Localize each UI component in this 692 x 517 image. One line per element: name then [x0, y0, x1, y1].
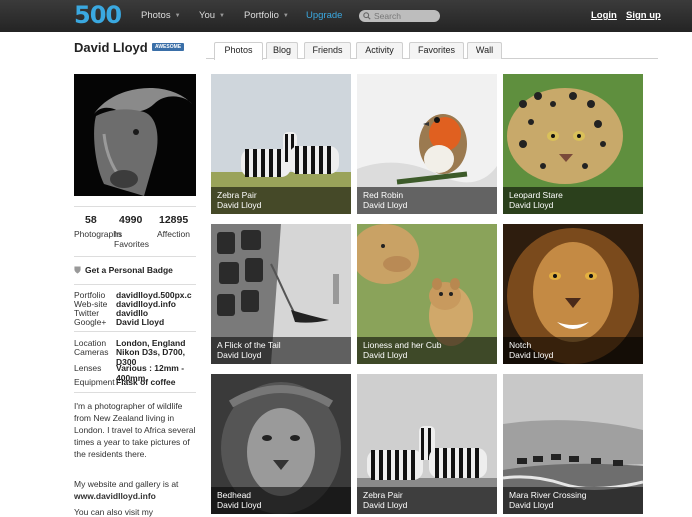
photo-tile[interactable]: Notch David Lloyd — [503, 224, 643, 364]
info-key: Google+ — [74, 317, 107, 327]
photo-tile[interactable]: A Flick of the Tail David Lloyd — [211, 224, 351, 364]
photo-caption: Notch David Lloyd — [503, 337, 643, 364]
bio-website-paragraph: My website and gallery is at www.davidllo… — [74, 478, 198, 502]
photo-caption: Lioness and her Cub David Lloyd — [357, 337, 497, 364]
nav-portfolio[interactable]: Portfolio ▼ — [244, 10, 289, 21]
nav-photos-label: Photos — [141, 10, 171, 21]
photo-tile[interactable]: Bedhead David Lloyd — [211, 374, 351, 514]
nav-portfolio-label: Portfolio — [244, 10, 279, 21]
site-logo[interactable]: 500 — [74, 1, 122, 29]
tab-blog[interactable]: Blog — [266, 42, 298, 59]
badge-shield-icon — [74, 266, 81, 274]
photo-tile[interactable]: Mara River Crossing David Lloyd — [503, 374, 643, 514]
googleplus-link[interactable]: David Lloyd — [116, 317, 196, 328]
nav-you-label: You — [199, 10, 216, 21]
photo-caption: Zebra Pair David Lloyd — [357, 487, 497, 514]
photo-caption: A Flick of the Tail David Lloyd — [211, 337, 351, 364]
nav-photos[interactable]: Photos ▼ — [141, 10, 181, 21]
profile-tabs: Photos Blog Friends Activity Favorites W… — [206, 42, 658, 60]
photo-tile[interactable]: Lioness and her Cub David Lloyd — [357, 224, 497, 364]
search-icon — [363, 12, 371, 20]
tab-favorites[interactable]: Favorites — [409, 42, 464, 59]
photo-author: David Lloyd — [509, 499, 554, 510]
bio-text: My website and gallery is at — [74, 479, 179, 489]
stat-affection[interactable]: 12895 — [159, 214, 188, 226]
nav-you[interactable]: You ▼ — [199, 10, 225, 21]
info-key: Equipment — [74, 377, 115, 387]
awesome-badge: AWESOME — [152, 43, 185, 51]
logo-text: 500 — [74, 1, 122, 29]
photo-author: David Lloyd — [217, 349, 262, 360]
tab-friends[interactable]: Friends — [304, 42, 351, 59]
info-key: Lenses — [74, 363, 102, 373]
search-box[interactable] — [359, 10, 442, 22]
profile-avatar[interactable] — [74, 74, 196, 196]
stat-label: Affection — [157, 229, 190, 239]
stat-value: 12895 — [159, 214, 189, 226]
photo-author: David Lloyd — [363, 499, 408, 510]
stat-value: 4990 — [119, 214, 143, 226]
photo-caption: Bedhead David Lloyd — [211, 487, 351, 514]
photo-tile[interactable]: Zebra Pair David Lloyd — [211, 74, 351, 214]
chevron-down-icon: ▼ — [219, 13, 225, 19]
bio-website-link[interactable]: www.davidlloyd.info — [74, 491, 156, 501]
sidebar-divider — [74, 392, 196, 393]
buffalo-portrait-image — [74, 74, 196, 196]
sidebar-divider — [74, 284, 196, 285]
photo-author: David Lloyd — [217, 499, 262, 510]
photo-author: David Lloyd — [363, 349, 408, 360]
photo-tile[interactable]: Red Robin David Lloyd — [357, 74, 497, 214]
stat-favorites[interactable]: 4990 — [119, 214, 142, 226]
photo-caption: Red Robin David Lloyd — [357, 187, 497, 214]
signup-link[interactable]: Sign up — [626, 10, 661, 21]
photo-tile[interactable]: Leopard Stare David Lloyd — [503, 74, 643, 214]
chevron-down-icon: ▼ — [282, 13, 289, 19]
photo-caption: Mara River Crossing David Lloyd — [503, 487, 643, 514]
photo-author: David Lloyd — [509, 349, 554, 360]
tab-wall[interactable]: Wall — [467, 42, 502, 59]
sidebar-divider — [74, 331, 196, 332]
photo-author: David Lloyd — [363, 199, 408, 210]
bio-paragraph: I'm a photographer of wildlife from New … — [74, 401, 196, 459]
stat-label: In Favorites — [114, 229, 149, 249]
sidebar-divider — [74, 206, 196, 207]
photo-tile[interactable]: Zebra Pair David Lloyd — [357, 374, 497, 514]
chevron-down-icon: ▼ — [174, 13, 181, 19]
bio-more-paragraph: You can also visit my — [74, 507, 154, 517]
top-navigation-bar: 500 Photos▼ You▼ Portfolio▼ Upgrade Logi… — [0, 0, 692, 32]
info-key: Cameras — [74, 347, 109, 357]
tab-photos[interactable]: Photos — [214, 42, 263, 60]
get-badge-link[interactable]: Get a Personal Badge — [74, 265, 173, 275]
nav-upgrade-label: Upgrade — [306, 10, 343, 21]
stat-photographs[interactable]: 58 — [85, 214, 97, 226]
get-badge-label: Get a Personal Badge — [85, 265, 173, 275]
photo-caption: Leopard Stare David Lloyd — [503, 187, 643, 214]
photo-author: David Lloyd — [217, 199, 262, 210]
stat-value: 58 — [85, 214, 97, 226]
login-link[interactable]: Login — [591, 10, 617, 21]
nav-upgrade[interactable]: Upgrade — [306, 10, 342, 21]
search-input[interactable] — [374, 11, 442, 21]
photo-author: David Lloyd — [509, 199, 554, 210]
tab-activity[interactable]: Activity — [356, 42, 403, 59]
profile-name: David Lloyd — [74, 40, 148, 55]
photo-caption: Zebra Pair David Lloyd — [211, 187, 351, 214]
sidebar-divider — [74, 256, 196, 257]
info-value: Flask of coffee — [116, 377, 176, 387]
